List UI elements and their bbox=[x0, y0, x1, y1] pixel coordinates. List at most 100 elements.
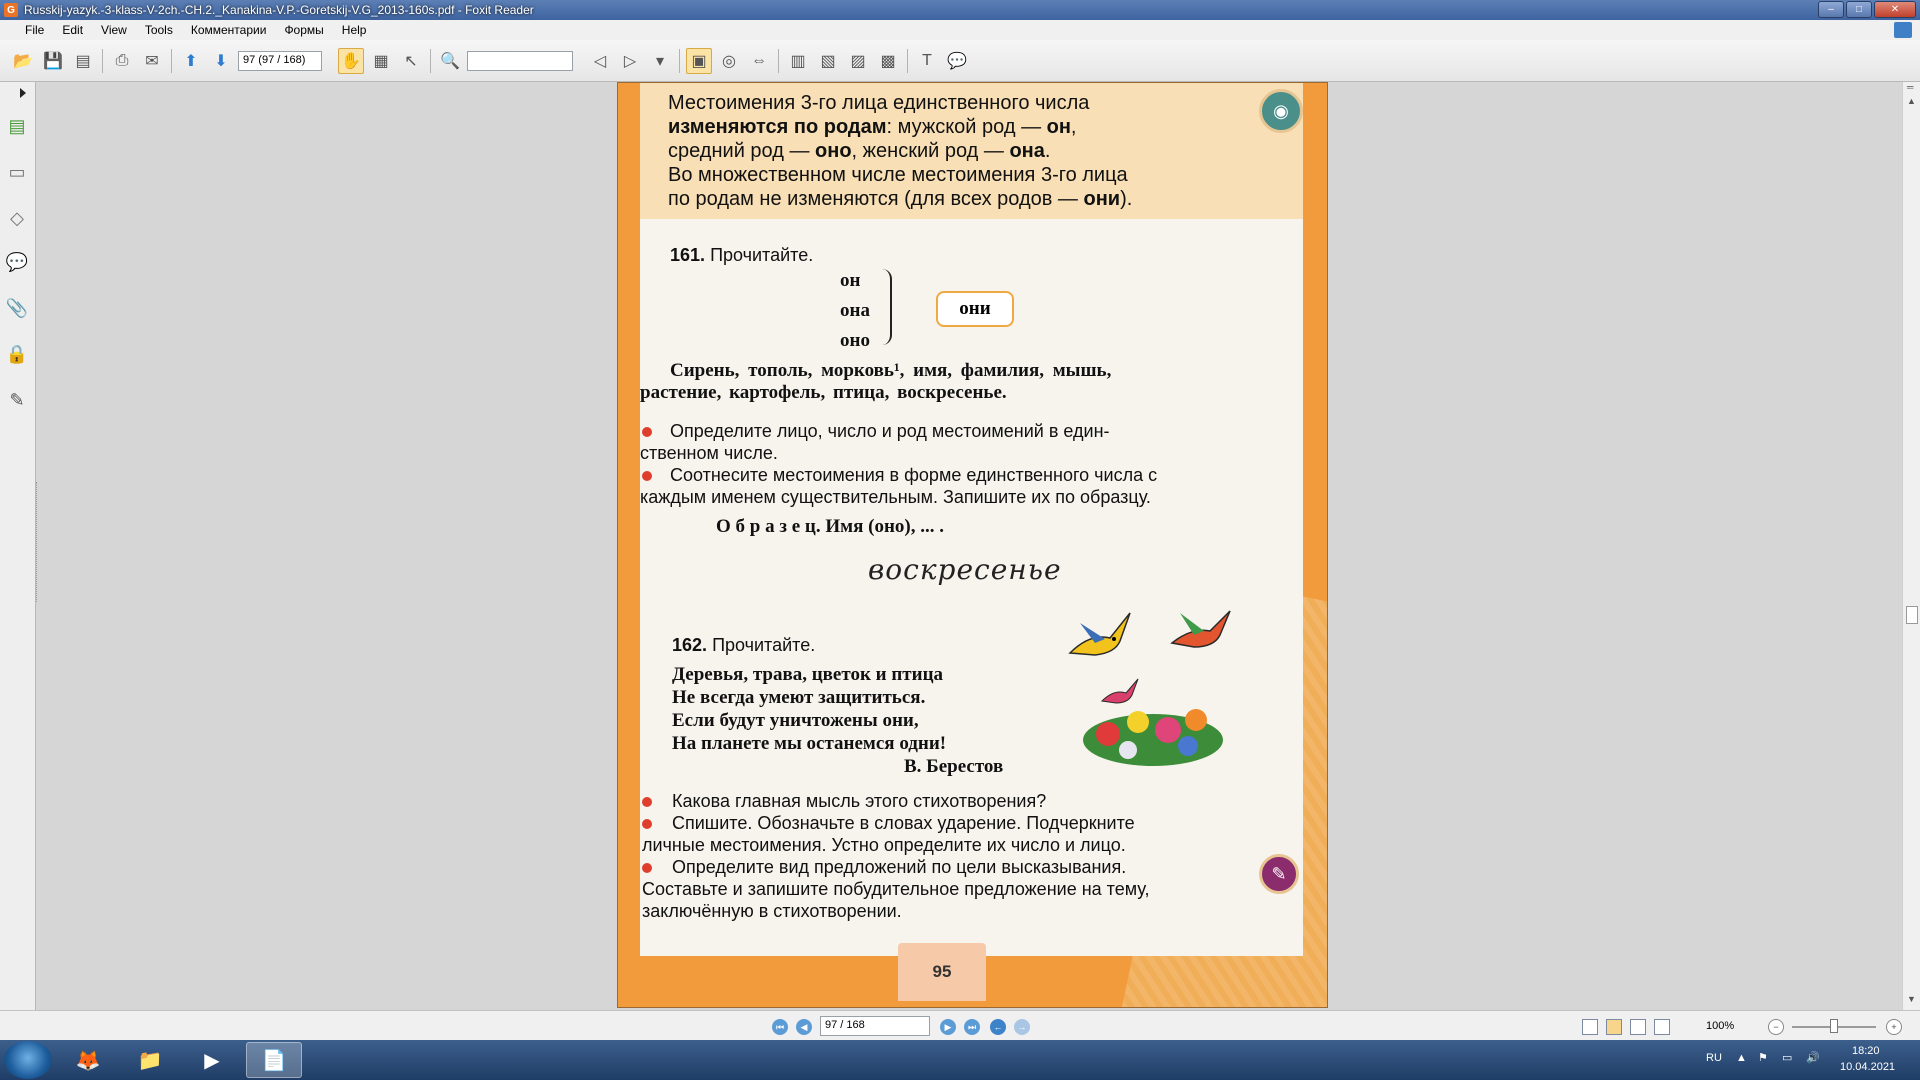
scroll-down-icon[interactable]: ▼ bbox=[1907, 994, 1916, 1004]
single-page-view-icon[interactable] bbox=[1582, 1019, 1598, 1035]
zoom-slider-handle[interactable] bbox=[1830, 1019, 1838, 1033]
foxit-app-icon[interactable]: G bbox=[4, 3, 18, 17]
task-161-2b: каждым именем существительным. Запишите … bbox=[640, 487, 1151, 507]
go-forward-icon[interactable]: → bbox=[1014, 1019, 1030, 1035]
next-page-icon[interactable]: ⬇ bbox=[208, 48, 234, 74]
note-icon[interactable]: 💬 bbox=[944, 48, 970, 74]
menu-edit[interactable]: Edit bbox=[53, 23, 92, 37]
select-pointer-icon[interactable]: ↖ bbox=[398, 48, 424, 74]
flag-icon[interactable]: ⚑ bbox=[1758, 1051, 1768, 1064]
menu-forms[interactable]: Формы bbox=[275, 23, 332, 37]
search-input[interactable] bbox=[467, 50, 573, 71]
exercise-task: Прочитайте. bbox=[710, 245, 814, 265]
save-icon[interactable]: 💾 bbox=[40, 48, 66, 74]
tray-arrow-icon[interactable]: ▲ bbox=[1736, 1052, 1747, 1064]
zoom-level[interactable]: 100% bbox=[1706, 1020, 1734, 1032]
scrollbar-thumb[interactable] bbox=[1906, 606, 1918, 624]
toolbar-separator bbox=[907, 48, 908, 73]
first-page-icon[interactable]: ⏮ bbox=[772, 1019, 788, 1035]
rule-text: , женский род — bbox=[851, 140, 1010, 162]
fit-page-icon[interactable]: ◎ bbox=[716, 48, 742, 74]
resize-icon[interactable] bbox=[1894, 22, 1912, 38]
rule-line-2: изменяются по родам: мужской род — он, bbox=[668, 116, 1077, 138]
toolbar-separator bbox=[102, 48, 103, 73]
bullet-icon bbox=[642, 819, 652, 829]
language-indicator[interactable]: RU bbox=[1706, 1052, 1722, 1064]
hand-tool-icon[interactable]: ✋ bbox=[338, 47, 364, 74]
bullet-icon bbox=[642, 863, 652, 873]
menu-tools[interactable]: Tools bbox=[136, 23, 182, 37]
actual-size-icon[interactable]: ▣ bbox=[686, 47, 712, 74]
menu-view[interactable]: View bbox=[92, 23, 136, 37]
security-icon[interactable]: 🔒 bbox=[6, 342, 28, 366]
comments-icon[interactable]: 💬 bbox=[6, 250, 28, 274]
close-button[interactable]: ✕ bbox=[1874, 1, 1916, 18]
toolbar-separator bbox=[679, 48, 680, 73]
print-icon[interactable]: ⎙ bbox=[109, 48, 135, 74]
clock-time[interactable]: 18:20 bbox=[1852, 1045, 1880, 1057]
exercise-161-header: 161. Прочитайте. bbox=[670, 243, 813, 267]
select-text-icon[interactable]: ▦ bbox=[368, 48, 394, 74]
scroll-split-icon[interactable]: ═ bbox=[1907, 82, 1913, 92]
pages-icon[interactable]: ▤ bbox=[6, 114, 28, 138]
pronoun-oni-box: они bbox=[936, 291, 1014, 327]
menu-file[interactable]: File bbox=[16, 23, 53, 37]
continuous-facing-view-icon[interactable] bbox=[1654, 1019, 1670, 1035]
previous-page-icon[interactable]: ⬆ bbox=[178, 48, 204, 74]
menu-bar: File Edit View Tools Комментарии Формы H… bbox=[0, 20, 1920, 40]
rule-bold: изменяются по родам bbox=[668, 116, 887, 138]
vertical-scrollbar[interactable]: ═ ▲ ▼ bbox=[1902, 82, 1920, 1010]
toolbar-separator bbox=[778, 48, 779, 73]
rule-text: ). bbox=[1120, 188, 1133, 210]
status-page-input[interactable]: 97 / 168 bbox=[820, 1016, 930, 1036]
bookmarks-icon[interactable]: ▭ bbox=[6, 160, 28, 184]
status-bar: ⏮ ◀ 97 / 168 ▶ ⏭ ← → 100% − + bbox=[0, 1010, 1920, 1040]
minimize-button[interactable]: – bbox=[1818, 1, 1844, 18]
expand-panel-icon[interactable] bbox=[20, 88, 26, 98]
maximize-button[interactable]: □ bbox=[1846, 1, 1872, 18]
network-icon[interactable]: ▭ bbox=[1782, 1051, 1792, 1064]
pdf-merge-icon[interactable]: ▩ bbox=[875, 48, 901, 74]
zoom-out-icon[interactable]: − bbox=[1768, 1019, 1784, 1035]
task-161-1a: Определите лицо, число и род местоимений… bbox=[670, 421, 1110, 441]
fit-width-icon[interactable]: ⇔ bbox=[746, 48, 772, 74]
firefox-icon[interactable]: 🦊 bbox=[60, 1042, 116, 1078]
attachment-icon[interactable]: 📎 bbox=[6, 296, 28, 320]
save-all-icon[interactable]: ▤ bbox=[70, 48, 96, 74]
explorer-icon[interactable]: 📁 bbox=[122, 1042, 178, 1078]
media-player-icon[interactable]: ▶ bbox=[184, 1042, 240, 1078]
search-prev-icon[interactable]: ◁ bbox=[587, 48, 613, 74]
open-folder-icon[interactable]: 📂 bbox=[10, 48, 36, 74]
signature-icon[interactable]: ✎ bbox=[6, 388, 28, 412]
panel-splitter[interactable] bbox=[36, 482, 40, 602]
continuous-view-icon[interactable] bbox=[1606, 1019, 1622, 1035]
zoom-in-icon[interactable]: + bbox=[1886, 1019, 1902, 1035]
find-icon[interactable]: 🔍 bbox=[437, 48, 463, 74]
search-options-icon[interactable]: ▾ bbox=[647, 48, 673, 74]
volume-icon[interactable]: 🔊 bbox=[1806, 1051, 1820, 1064]
pen-icon: ✎ bbox=[1259, 854, 1299, 894]
pdf-convert-icon[interactable]: ▧ bbox=[815, 48, 841, 74]
next-page-icon[interactable]: ▶ bbox=[940, 1019, 956, 1035]
clock-date[interactable]: 10.04.2021 bbox=[1840, 1061, 1895, 1073]
rule-pronoun: оно bbox=[815, 140, 852, 162]
foxit-icon[interactable]: 📄 bbox=[246, 1042, 302, 1078]
facing-view-icon[interactable] bbox=[1630, 1019, 1646, 1035]
menu-comments[interactable]: Комментарии bbox=[182, 23, 276, 37]
search-next-icon[interactable]: ▷ bbox=[617, 48, 643, 74]
start-button[interactable] bbox=[4, 1041, 52, 1079]
toolbar-separator bbox=[430, 48, 431, 73]
eraser-icon[interactable]: ◇ bbox=[6, 206, 28, 230]
prev-page-icon[interactable]: ◀ bbox=[796, 1019, 812, 1035]
last-page-icon[interactable]: ⏭ bbox=[964, 1019, 980, 1035]
pdf-export-icon[interactable]: ▨ bbox=[845, 48, 871, 74]
flowers-illustration bbox=[1083, 709, 1223, 766]
create-pdf-icon[interactable]: ▥ bbox=[785, 48, 811, 74]
typewriter-icon[interactable]: T bbox=[914, 48, 940, 74]
task-162-1: Какова главная мысль этого стихотворения… bbox=[672, 791, 1047, 811]
page-number-input[interactable]: 97 (97 / 168) bbox=[238, 50, 322, 71]
email-icon[interactable]: ✉ bbox=[139, 48, 165, 74]
scroll-up-icon[interactable]: ▲ bbox=[1907, 96, 1916, 106]
menu-help[interactable]: Help bbox=[333, 23, 376, 37]
go-back-icon[interactable]: ← bbox=[990, 1019, 1006, 1035]
